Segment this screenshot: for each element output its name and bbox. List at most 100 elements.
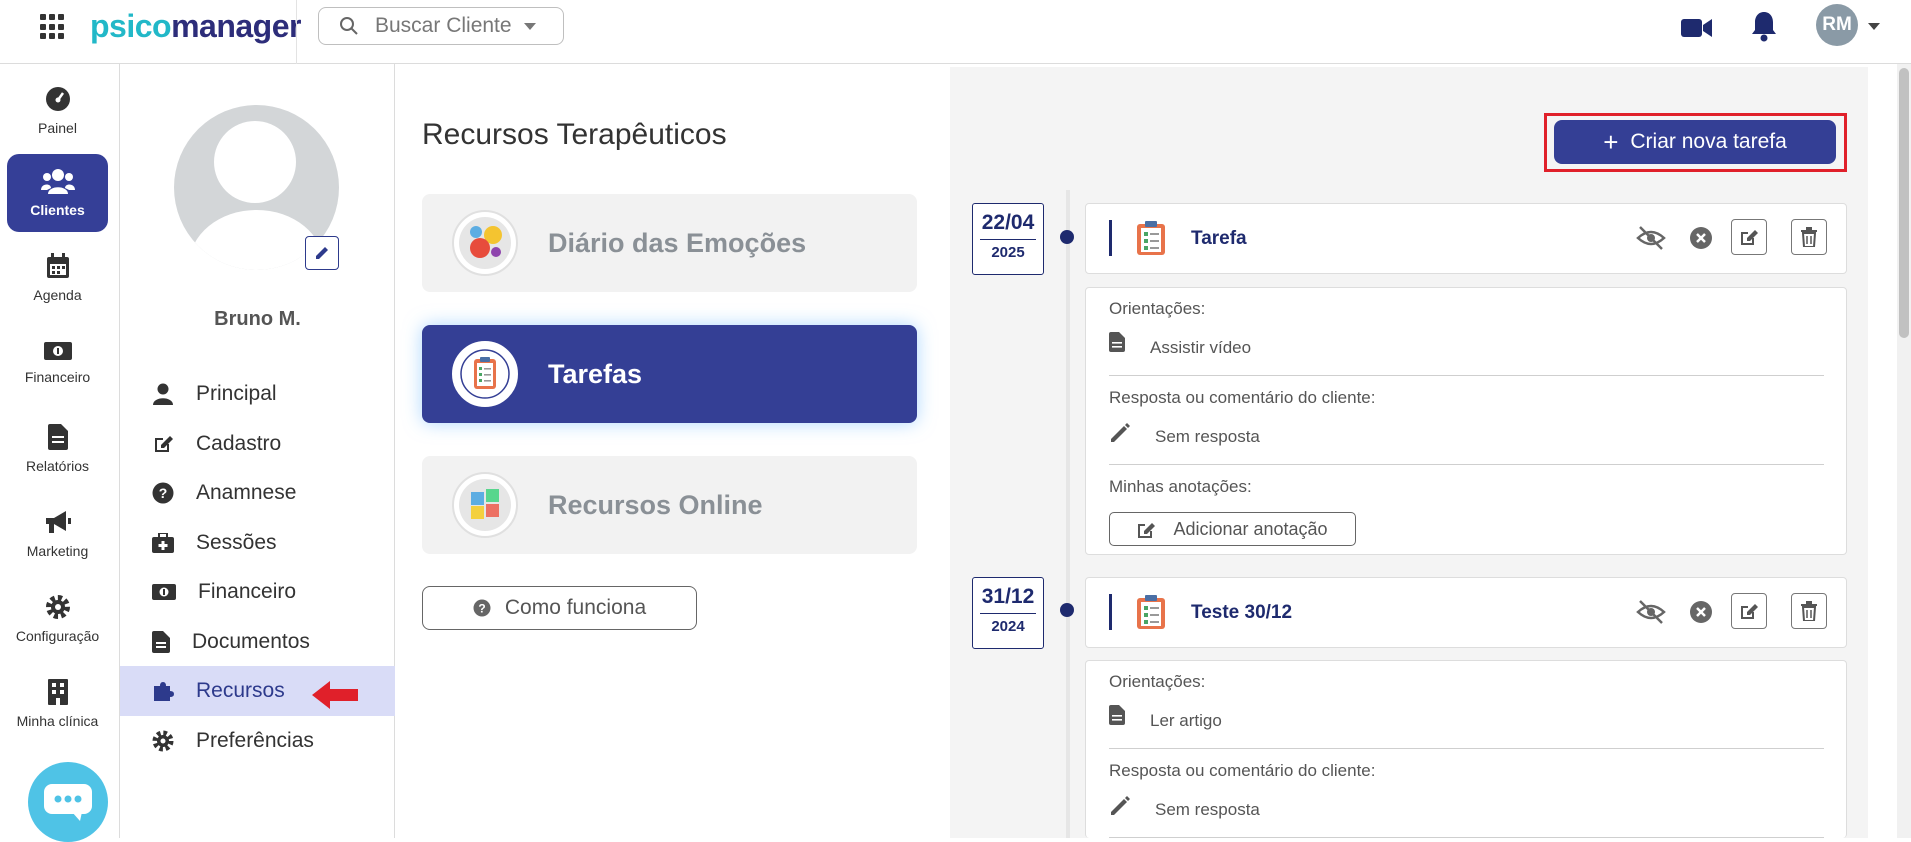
- client-menu-preferencias[interactable]: Preferências: [120, 716, 395, 766]
- apps-grid-icon[interactable]: [40, 14, 66, 40]
- eye-off-icon[interactable]: [1636, 598, 1666, 626]
- user-avatar[interactable]: RM: [1816, 4, 1858, 46]
- resource-card-tarefas[interactable]: Tarefas: [422, 325, 917, 423]
- how-it-works-button[interactable]: ? Como funciona: [422, 586, 697, 630]
- chevron-down-icon[interactable]: [1868, 23, 1880, 30]
- puzzle-pieces-icon: [452, 472, 518, 538]
- resource-card-label: Tarefas: [548, 358, 643, 389]
- edit-task-button[interactable]: [1731, 593, 1767, 629]
- menu-label: Documentos: [192, 630, 310, 653]
- edit-task-button[interactable]: [1731, 219, 1767, 255]
- logo[interactable]: psicomanager: [90, 8, 301, 45]
- client-panel: Bruno M. Principal Cadastro ? Anamnese S…: [120, 64, 395, 838]
- pencil-icon: [1111, 423, 1130, 442]
- puzzle-icon: [154, 682, 174, 701]
- scrollbar-thumb[interactable]: [1899, 68, 1909, 338]
- task-header[interactable]: Tarefa: [1085, 203, 1847, 274]
- resource-card-diario[interactable]: Diário das Emoções: [422, 194, 917, 292]
- notes-label: Minhas anotações:: [1109, 477, 1252, 496]
- guidance-label: Orientações:: [1109, 299, 1206, 318]
- rail-item-configuracao[interactable]: Configuração: [7, 580, 108, 658]
- clipboard-icon: [452, 341, 518, 407]
- guidance-value: Assistir vídeo: [1150, 338, 1252, 357]
- rail-item-minha-clinica[interactable]: Minha clínica: [7, 665, 108, 743]
- delete-task-button[interactable]: [1791, 593, 1827, 629]
- clipboard-icon: [1137, 595, 1165, 629]
- task-details: Orientações: Ler artigo Resposta ou come…: [1085, 660, 1847, 838]
- menu-label: Cadastro: [196, 432, 282, 455]
- task-date-day-month: 31/12: [981, 585, 1035, 608]
- client-menu-documentos[interactable]: Documentos: [120, 617, 395, 667]
- svg-text:?: ?: [478, 602, 485, 616]
- task-date-year: 2025: [991, 244, 1025, 261]
- rail-item-label: Financeiro: [24, 369, 91, 385]
- close-circle-icon[interactable]: [1689, 226, 1713, 250]
- logo-part-2: manager: [171, 8, 301, 44]
- main-navigation: Painel Clientes Agenda Financeiro Relató…: [0, 64, 120, 838]
- client-name: Bruno M.: [214, 308, 301, 330]
- add-note-button[interactable]: Adicionar anotação: [1109, 512, 1356, 546]
- client-menu-anamnese[interactable]: ? Anamnese: [120, 468, 395, 518]
- task-title: Teste 30/12: [1191, 602, 1293, 623]
- client-menu-cadastro[interactable]: Cadastro: [120, 419, 395, 469]
- edit-icon: [155, 436, 173, 452]
- resource-card-label: Diário das Emoções: [548, 227, 807, 258]
- rail-item-relatorios[interactable]: Relatórios: [7, 410, 108, 488]
- task-details: Orientações: Assistir vídeo Resposta ou …: [1085, 287, 1847, 555]
- rail-item-agenda[interactable]: Agenda: [7, 239, 108, 317]
- search-placeholder: Buscar Cliente: [375, 14, 512, 37]
- rail-item-financeiro[interactable]: Financeiro: [7, 324, 108, 402]
- client-search[interactable]: Buscar Cliente: [318, 7, 564, 45]
- gauge-icon: [45, 87, 70, 111]
- task-header[interactable]: Teste 30/12: [1085, 577, 1847, 648]
- video-camera-icon[interactable]: [1681, 17, 1713, 39]
- menu-label: Sessões: [196, 531, 277, 554]
- page-title: Recursos Terapêuticos: [422, 118, 727, 151]
- rail-item-clientes[interactable]: Clientes: [7, 154, 108, 232]
- page-scrollbar[interactable]: [1897, 64, 1911, 838]
- plus-icon: +: [1603, 127, 1619, 157]
- question-circle-icon: ?: [152, 482, 174, 504]
- guidance-label: Orientações:: [1109, 672, 1206, 691]
- document-icon: [152, 631, 170, 653]
- task-title: Tarefa: [1191, 228, 1247, 249]
- eye-off-icon[interactable]: [1636, 224, 1666, 252]
- menu-label: Recursos: [196, 679, 285, 702]
- building-icon: [47, 679, 68, 705]
- client-menu-sessoes[interactable]: Sessões: [120, 518, 395, 568]
- chat-icon: [44, 784, 92, 821]
- document-icon: [47, 424, 68, 450]
- response-value: Sem resposta: [1155, 800, 1260, 819]
- search-icon: [340, 17, 358, 35]
- user-icon: [153, 383, 173, 405]
- chat-support-button[interactable]: [28, 762, 108, 842]
- money-icon: [152, 584, 176, 600]
- rail-item-painel[interactable]: Painel: [7, 72, 108, 150]
- resource-card-online[interactable]: Recursos Online: [422, 456, 917, 554]
- resource-card-label: Recursos Online: [548, 489, 763, 520]
- create-task-button[interactable]: + Criar nova tarefa: [1554, 120, 1836, 164]
- menu-label: Financeiro: [198, 580, 297, 603]
- task-date: 31/12 2024: [972, 577, 1044, 649]
- menu-label: Preferências: [196, 729, 314, 752]
- delete-task-button[interactable]: [1791, 219, 1827, 255]
- clipboard-icon: [1137, 221, 1165, 255]
- edit-icon: [1741, 604, 1758, 619]
- rail-item-marketing[interactable]: Marketing: [7, 495, 108, 573]
- edit-photo-button[interactable]: [305, 236, 339, 270]
- close-circle-icon[interactable]: [1689, 600, 1713, 624]
- bell-icon[interactable]: [1750, 10, 1778, 42]
- trash-icon: [1801, 601, 1817, 621]
- trash-icon: [1801, 227, 1817, 247]
- client-menu-principal[interactable]: Principal: [120, 369, 395, 419]
- client-menu-financeiro[interactable]: Financeiro: [120, 567, 395, 617]
- rail-item-label: Minha clínica: [16, 713, 99, 729]
- create-task-label: Criar nova tarefa: [1630, 130, 1787, 153]
- megaphone-icon: [45, 511, 71, 533]
- task-date: 22/04 2025: [972, 203, 1044, 275]
- response-label: Resposta ou comentário do cliente:: [1109, 388, 1376, 407]
- rail-item-label: Relatórios: [25, 458, 90, 474]
- edit-icon: [1741, 230, 1758, 245]
- logo-part-1: psico: [90, 8, 172, 44]
- timeline-dot: [1060, 603, 1074, 617]
